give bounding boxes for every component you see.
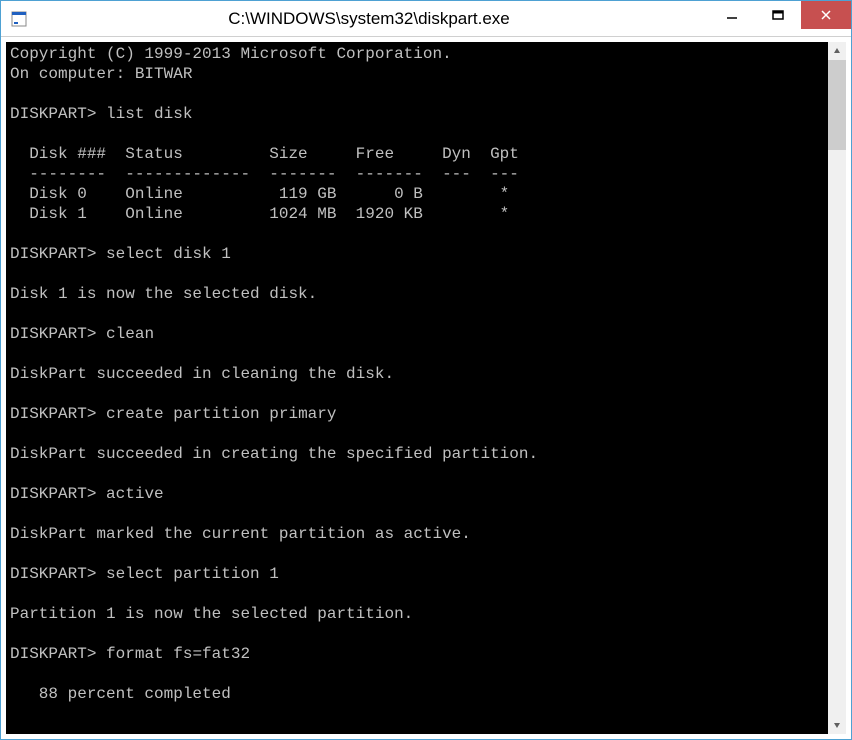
disk-row-1: Disk 1 Online 1024 MB 1920 KB * bbox=[10, 205, 509, 223]
prompt: DISKPART> bbox=[10, 485, 96, 503]
prompt: DISKPART> bbox=[10, 645, 96, 663]
prompt: DISKPART> bbox=[10, 405, 96, 423]
vertical-scrollbar[interactable] bbox=[828, 42, 846, 734]
cmd-list-disk: list disk bbox=[106, 105, 192, 123]
computer-line: On computer: BITWAR bbox=[10, 65, 192, 83]
close-button[interactable] bbox=[801, 1, 851, 29]
disk-table-divider: -------- ------------- ------- ------- -… bbox=[10, 165, 519, 183]
cmd-format: format fs=fat32 bbox=[106, 645, 250, 663]
copyright-line: Copyright (C) 1999-2013 Microsoft Corpor… bbox=[10, 45, 452, 63]
prompt: DISKPART> bbox=[10, 245, 96, 263]
msg-progress: 88 percent completed bbox=[10, 685, 231, 703]
msg-disk-selected: Disk 1 is now the selected disk. bbox=[10, 285, 317, 303]
disk-row-0: Disk 0 Online 119 GB 0 B * bbox=[10, 185, 509, 203]
disk-table-header: Disk ### Status Size Free Dyn Gpt bbox=[10, 145, 519, 163]
console-output[interactable]: Copyright (C) 1999-2013 Microsoft Corpor… bbox=[6, 42, 828, 734]
titlebar[interactable]: C:\WINDOWS\system32\diskpart.exe bbox=[1, 1, 851, 37]
prompt: DISKPART> bbox=[10, 565, 96, 583]
app-icon bbox=[9, 9, 29, 29]
scroll-down-arrow[interactable] bbox=[828, 716, 846, 734]
maximize-button[interactable] bbox=[755, 1, 801, 29]
scroll-thumb[interactable] bbox=[828, 60, 846, 150]
client-area: Copyright (C) 1999-2013 Microsoft Corpor… bbox=[1, 37, 851, 739]
msg-create-success: DiskPart succeeded in creating the speci… bbox=[10, 445, 538, 463]
scroll-up-arrow[interactable] bbox=[828, 42, 846, 60]
prompt: DISKPART> bbox=[10, 105, 96, 123]
cmd-active: active bbox=[106, 485, 164, 503]
cmd-select-disk: select disk 1 bbox=[106, 245, 231, 263]
cmd-create-partition: create partition primary bbox=[106, 405, 336, 423]
cmd-clean: clean bbox=[106, 325, 154, 343]
cmd-select-partition: select partition 1 bbox=[106, 565, 279, 583]
minimize-button[interactable] bbox=[709, 1, 755, 29]
msg-clean-success: DiskPart succeeded in cleaning the disk. bbox=[10, 365, 394, 383]
window-frame: C:\WINDOWS\system32\diskpart.exe Copyrig… bbox=[0, 0, 852, 740]
window-controls bbox=[709, 1, 851, 36]
window-title: C:\WINDOWS\system32\diskpart.exe bbox=[29, 9, 709, 29]
msg-partition-selected: Partition 1 is now the selected partitio… bbox=[10, 605, 413, 623]
prompt: DISKPART> bbox=[10, 325, 96, 343]
msg-active-success: DiskPart marked the current partition as… bbox=[10, 525, 471, 543]
